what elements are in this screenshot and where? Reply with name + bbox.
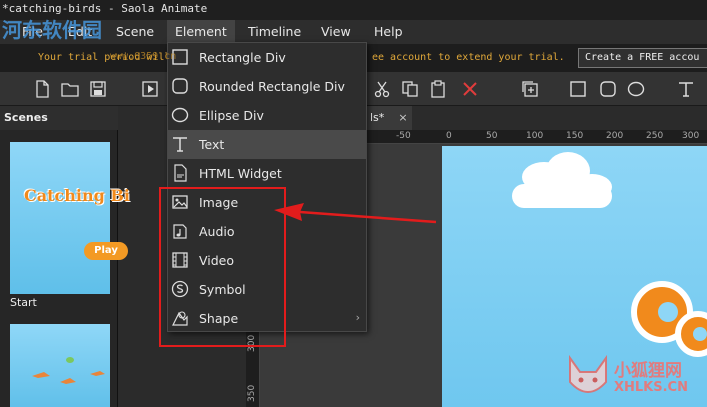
preview-icon[interactable] — [138, 77, 162, 101]
chevron-right-icon: › — [355, 311, 360, 324]
close-tab-icon[interactable]: × — [396, 106, 410, 130]
document-tab-bar: ls* × — [366, 106, 707, 130]
ruler-tick: 150 — [566, 131, 584, 141]
copy-icon[interactable] — [398, 77, 422, 101]
menu-view[interactable]: View — [313, 20, 359, 44]
menu-item-ellipse-div[interactable]: Ellipse Div — [168, 101, 366, 130]
menu-item-label: Symbol — [199, 282, 246, 297]
ruler-tick: 300 — [247, 334, 257, 352]
scene-thumbnail-2[interactable] — [10, 324, 110, 407]
menu-item-html-widget[interactable]: HTML Widget — [168, 159, 366, 188]
scene-thumbnail-start[interactable]: Catching Bi Play — [10, 142, 130, 294]
menu-timeline[interactable]: Timeline — [240, 20, 309, 44]
ruler-tick: -50 — [396, 131, 411, 141]
menu-item-label: Audio — [199, 224, 235, 239]
ruler-tick: 100 — [526, 131, 544, 141]
cut-icon[interactable] — [370, 77, 394, 101]
new-file-icon[interactable] — [30, 77, 54, 101]
menu-item-label: Ellipse Div — [199, 108, 264, 123]
ruler-tick: 350 — [247, 384, 257, 402]
scene-label-start: Start — [10, 296, 37, 309]
vertical-ruler: 300 350 — [246, 324, 260, 407]
watermark-text-en: XHLKS.CN — [614, 380, 688, 395]
scenes-panel: Scenes Catching Bi Play Start — [0, 106, 130, 407]
ruler-tick: 50 — [486, 131, 498, 141]
ellipse-tool-icon[interactable] — [624, 77, 648, 101]
bird-flock-icon — [32, 357, 105, 384]
delete-icon[interactable] — [458, 77, 482, 101]
ellipse-icon — [171, 106, 189, 124]
fox-logo-icon — [569, 354, 607, 393]
menu-item-label: Rectangle Div — [199, 50, 286, 65]
watermark-top-left-url: www.0359.cn — [110, 51, 177, 62]
menu-item-label: Image — [199, 195, 239, 210]
ruler-tick: 250 — [646, 131, 664, 141]
paste-icon[interactable] — [426, 77, 450, 101]
watermark-text-cn: 小狐狸网 — [614, 361, 682, 381]
menu-item-label: Text — [199, 137, 225, 152]
rectangle-tool-icon[interactable] — [566, 77, 590, 101]
menu-item-audio[interactable]: Audio — [168, 217, 366, 246]
audio-icon — [171, 222, 189, 240]
menu-item-label: Video — [199, 253, 235, 268]
menu-scene[interactable]: Scene — [108, 20, 162, 44]
menu-item-video[interactable]: Video — [168, 246, 366, 275]
document-tab[interactable]: ls* × — [366, 106, 412, 130]
element-menu-dropdown: Rectangle Div Rounded Rectangle Div Elli… — [167, 42, 367, 332]
video-icon — [171, 251, 189, 269]
menu-item-image[interactable]: Image — [168, 188, 366, 217]
ruler-tick: 0 — [446, 131, 452, 141]
menu-item-label: HTML Widget — [199, 166, 282, 181]
rounded-rectangle-tool-icon[interactable] — [596, 77, 620, 101]
text-icon — [171, 135, 189, 153]
menu-item-label: Rounded Rectangle Div — [199, 79, 345, 94]
text-tool-icon[interactable] — [674, 77, 698, 101]
thumbnail-play-badge: Play — [84, 242, 128, 260]
document-tab-label: ls* — [370, 111, 385, 124]
menu-bar: File Edit Scene Element Timeline View He… — [0, 20, 707, 44]
menu-item-rounded-rectangle-div[interactable]: Rounded Rectangle Div — [168, 72, 366, 101]
menu-element[interactable]: Element — [167, 20, 235, 44]
ruler-tick: 200 — [606, 131, 624, 141]
scenes-panel-title: Scenes — [4, 111, 48, 124]
horizontal-ruler: -50 0 50 100 150 200 250 300 — [366, 130, 707, 144]
open-folder-icon[interactable] — [58, 77, 82, 101]
symbol-icon — [171, 280, 189, 298]
html-widget-icon — [171, 164, 189, 182]
watermark-top-left: 河东软件园 — [2, 18, 102, 42]
rounded-rectangle-icon — [171, 77, 189, 95]
shape-icon — [171, 309, 189, 327]
save-icon[interactable] — [86, 77, 110, 101]
trial-notice-text-continued: ee account to extend your trial. — [372, 52, 565, 63]
menu-item-text[interactable]: Text — [168, 130, 366, 159]
image-icon — [171, 193, 189, 211]
create-free-account-button[interactable]: Create a FREE accou — [578, 48, 707, 68]
add-scene-icon[interactable] — [518, 77, 542, 101]
menu-help[interactable]: Help — [366, 20, 411, 44]
menu-item-rectangle-div[interactable]: Rectangle Div — [168, 43, 366, 72]
title-bar: *catching-birds - Saola Animate — [0, 0, 707, 20]
ruler-tick: 300 — [682, 131, 700, 141]
thumbnail-logo: Catching Bi — [24, 186, 130, 205]
scenes-panel-header: Scenes — [0, 106, 118, 130]
cloud-shape — [512, 184, 612, 208]
watermark-bottom-right: 小狐狸网 XHLKS.CN — [566, 352, 707, 407]
menu-item-label: Shape — [199, 311, 239, 326]
menu-item-symbol[interactable]: Symbol — [168, 275, 366, 304]
menu-item-shape[interactable]: Shape › — [168, 304, 366, 333]
